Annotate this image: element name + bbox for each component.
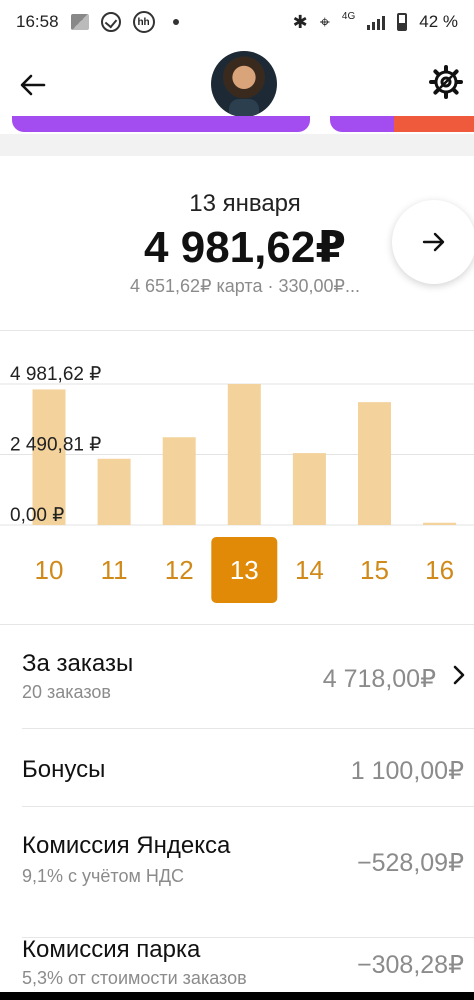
day-summary: 13 января 4 981,62₽ 4 651,62₽ карта · 33… (0, 156, 474, 330)
network-type: 4G (341, 10, 356, 22)
yandex-commission-row: Комиссия Яндекса 9,1% с учётом НДС −528,… (0, 806, 474, 936)
row-value: 4 718,00₽ (322, 665, 436, 693)
earnings-chart: 4 981,62 ₽ 2 490,81 ₽ 0,00 ₽ 10 11 12 13 14 15 16 (0, 352, 474, 612)
bar-16[interactable] (423, 522, 457, 525)
day-label-12[interactable]: 12 (165, 555, 194, 585)
location-icon: ⌖ (319, 11, 330, 32)
bonuses-row: Бонусы 1 100,00₽ (0, 728, 474, 806)
row-subtitle: 5,3% от стоимости заказов (22, 968, 247, 988)
bluetooth-icon: ✱ (292, 11, 308, 32)
divider (0, 330, 474, 331)
bar-14[interactable] (292, 453, 326, 525)
row-value: −528,09₽ (357, 849, 464, 877)
back-button[interactable] (18, 70, 48, 100)
orders-row[interactable]: За заказы 20 заказов 4 718,00₽ (0, 640, 474, 728)
day-label-11[interactable]: 11 (101, 555, 128, 585)
y-tick-label: 0,00 ₽ (10, 505, 64, 526)
row-title: За заказы (22, 650, 134, 677)
hh-notification-icon: hh (132, 11, 155, 33)
bar-13[interactable] (227, 384, 261, 525)
day-label-10[interactable]: 10 (35, 555, 64, 585)
header (0, 50, 474, 122)
status-time: 16:58 (16, 12, 59, 31)
row-title: Комиссия Яндекса (22, 832, 231, 859)
bar-15[interactable] (358, 402, 391, 525)
arrow-right-icon (422, 232, 445, 252)
divider (0, 624, 474, 625)
gallery-notification-icon (70, 14, 89, 30)
settings-button[interactable] (428, 64, 464, 100)
earnings-bar-chart: 4 981,62 ₽ 2 490,81 ₽ 0,00 ₽ 10 11 12 13 14 15 16 (0, 364, 474, 603)
promo-card[interactable] (330, 116, 474, 132)
arrow-left-icon (20, 74, 46, 96)
gear-icon (429, 65, 463, 99)
row-value: −308,28₽ (357, 951, 464, 979)
row-subtitle: 20 заказов (22, 682, 111, 702)
next-day-button[interactable] (392, 200, 474, 284)
row-title: Комиссия парка (22, 936, 201, 963)
signal-icon (367, 14, 386, 30)
section-separator (0, 134, 474, 156)
more-notifications-icon (172, 19, 179, 25)
y-tick-label: 2 490,81 ₽ (10, 435, 101, 456)
y-tick-label: 4 981,62 ₽ (10, 364, 101, 385)
row-subtitle: 9,1% с учётом НДС (22, 866, 185, 886)
bar-12[interactable] (162, 437, 196, 525)
day-label-14[interactable]: 14 (295, 555, 324, 585)
summary-breakdown: 4 651,62₽ карта · 330,00₽... (130, 276, 360, 296)
row-value: 1 100,00₽ (350, 757, 464, 785)
navigation-bar (0, 992, 474, 1000)
bar-11[interactable] (97, 458, 131, 525)
day-label-13[interactable]: 13 (230, 555, 259, 585)
park-commission-row: Комиссия парка 5,3% от стоимости заказов… (0, 930, 474, 992)
row-title: Бонусы (22, 756, 106, 783)
promo-card[interactable] (12, 116, 310, 132)
status-bar: 16:58 hh ✱ ⌖ 4G 42 % (0, 0, 474, 44)
chevron-right-icon (448, 662, 470, 695)
check-notification-icon (100, 12, 121, 32)
battery-icon (397, 13, 408, 31)
day-label-16[interactable]: 16 (425, 555, 454, 585)
battery-percent: 42 % (419, 12, 458, 31)
avatar[interactable] (211, 51, 277, 117)
promo-cards-strip (0, 116, 474, 134)
day-label-15[interactable]: 15 (360, 555, 389, 585)
